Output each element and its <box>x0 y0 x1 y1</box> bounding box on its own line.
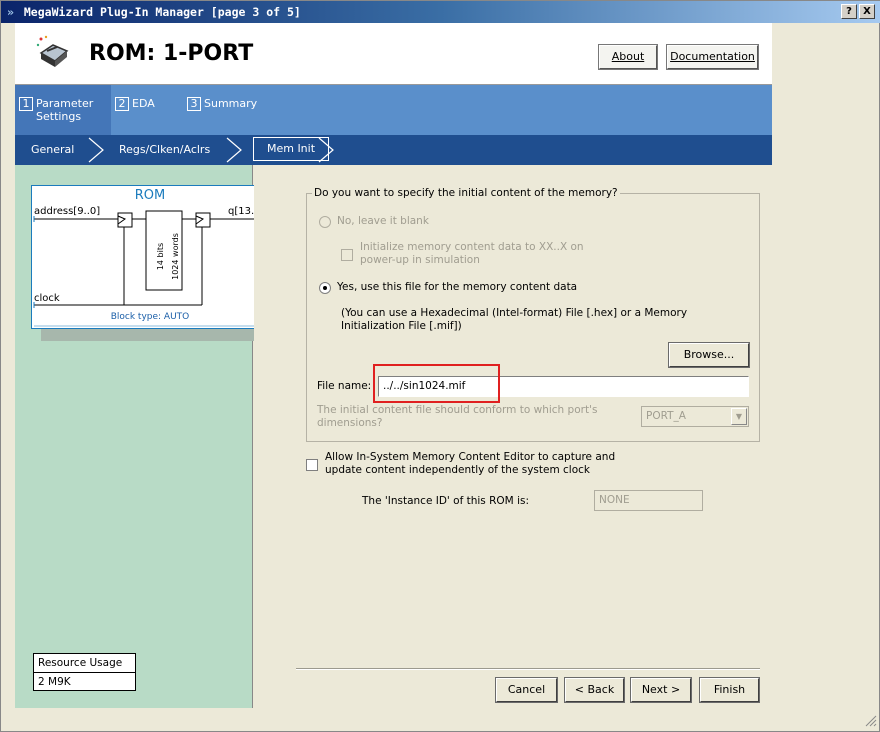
crumb-regs-clken-aclrs[interactable]: Regs/Clken/Aclrs <box>119 143 210 156</box>
page-title: ROM: 1-PORT <box>89 41 254 66</box>
initialize-xx-label-line2: power-up in simulation <box>360 254 480 266</box>
tab-label: Parameter Settings <box>36 97 94 123</box>
tab-number: 1 <box>19 97 33 111</box>
in-system-editor-label-line1: Allow In-System Memory Content Editor to… <box>325 451 616 463</box>
chevron-down-icon[interactable]: ▼ <box>731 408 747 425</box>
resource-usage-box: Resource Usage 2 M9K <box>33 653 136 691</box>
instance-id-label: The 'Instance ID' of this ROM is: <box>362 495 529 507</box>
tab-eda[interactable]: 2 EDA <box>115 97 155 111</box>
initialize-xx-checkbox[interactable] <box>341 249 353 261</box>
file-name-highlight <box>373 364 500 403</box>
tab-number: 3 <box>187 97 201 111</box>
block-type-label: Block type: AUTO <box>110 312 190 322</box>
window-title: MegaWizard Plug-In Manager [page 3 of 5] <box>23 5 301 19</box>
finish-button[interactable]: Finish <box>699 677 760 703</box>
megawizard-icon <box>36 35 69 67</box>
memory-content-group: Do you want to specify the initial conte… <box>306 187 760 442</box>
file-name-label: File name: <box>317 380 372 392</box>
file-format-hint-line2: Initialization File [.mif]) <box>341 320 462 332</box>
resize-grip-icon[interactable] <box>863 713 877 727</box>
settings-pane: Do you want to specify the initial conte… <box>254 165 772 708</box>
rom-symbol: ROM address[9..0] q[13..0] clock 14 bits… <box>31 185 269 329</box>
chevron-right-icon <box>318 137 334 163</box>
initialize-xx-label-line1: Initialize memory content data to XX..X … <box>360 241 584 253</box>
yes-use-file-label: Yes, use this file for the memory conten… <box>337 281 578 293</box>
breadcrumb: General Regs/Clken/Aclrs Mem Init <box>15 135 772 165</box>
words-label: 1024 words <box>170 233 180 280</box>
chevron-right-icon <box>88 137 104 163</box>
footer-separator <box>296 668 760 670</box>
instance-id-input[interactable]: NONE <box>594 490 703 511</box>
yes-use-file-radio[interactable] <box>319 282 331 294</box>
port-dimensions-label-line1: The initial content file should conform … <box>317 404 598 416</box>
file-format-hint-line1: (You can use a Hexadecimal (Intel-format… <box>341 307 688 319</box>
tab-label: Summary <box>204 97 258 110</box>
radio-selected-dot <box>323 286 327 290</box>
no-leave-blank-radio[interactable] <box>319 216 331 228</box>
resource-usage-label: Resource Usage <box>38 657 123 669</box>
about-button[interactable]: About <box>598 44 658 70</box>
tab-parameter-settings[interactable]: 1 Parameter Settings <box>15 85 111 135</box>
megawizard-window: » MegaWizard Plug-In Manager [page 3 of … <box>0 0 880 732</box>
rom-schematic <box>33 210 269 327</box>
title-bar[interactable]: » MegaWizard Plug-In Manager [page 3 of … <box>1 1 880 23</box>
bits-label: 14 bits <box>156 242 166 271</box>
wizard-tabs: 1 Parameter Settings 2 EDA 3 Summary <box>15 85 772 135</box>
port-select[interactable]: PORT_A ▼ <box>641 406 749 427</box>
resource-usage-value: 2 M9K <box>34 672 135 690</box>
tab-number: 2 <box>115 97 129 111</box>
browse-button[interactable]: Browse... <box>668 342 750 368</box>
app-icon: » <box>7 5 14 19</box>
chevron-right-icon <box>226 137 242 163</box>
close-button[interactable]: X <box>859 4 875 19</box>
no-leave-blank-label: No, leave it blank <box>337 215 429 227</box>
crumb-general[interactable]: General <box>31 143 74 156</box>
tab-label: EDA <box>132 97 155 110</box>
next-button[interactable]: Next > <box>630 677 692 703</box>
documentation-label: Documentation <box>670 50 755 63</box>
port-select-value: PORT_A <box>646 410 686 422</box>
port-dimensions-label-line2: dimensions? <box>317 417 383 429</box>
cancel-button[interactable]: Cancel <box>495 677 558 703</box>
memory-content-question: Do you want to specify the initial conte… <box>312 187 620 199</box>
symbol-pane: ROM address[9..0] q[13..0] clock 14 bits… <box>15 165 271 708</box>
wizard-header: ROM: 1-PORT About Documentation <box>15 23 772 85</box>
tab-summary[interactable]: 3 Summary <box>187 97 257 111</box>
about-label: About <box>611 50 645 63</box>
back-button[interactable]: < Back <box>564 677 625 703</box>
documentation-button[interactable]: Documentation <box>666 44 759 70</box>
help-button[interactable]: ? <box>841 4 857 19</box>
in-system-editor-checkbox[interactable] <box>306 459 318 471</box>
in-system-editor-label-line2: update content independently of the syst… <box>325 464 591 476</box>
